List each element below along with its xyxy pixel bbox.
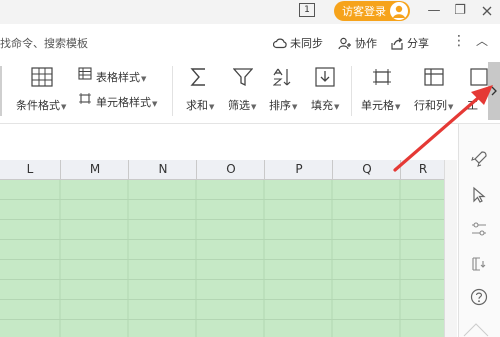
collab-button[interactable]: 协作 (338, 35, 377, 51)
fill-down-icon (315, 67, 335, 87)
guest-login-label: 访客登录 (342, 5, 386, 18)
table-style-icon (78, 67, 92, 80)
share-icon (391, 37, 403, 50)
cloud-icon (273, 38, 287, 49)
ribbon-edge (0, 66, 2, 116)
sort-icon (273, 68, 291, 86)
sync-button[interactable]: 未同步 (273, 35, 323, 51)
collab-label: 协作 (355, 37, 377, 50)
conditional-format-button[interactable]: 条件格式▼ (16, 64, 72, 116)
cell-grid[interactable] (0, 180, 444, 337)
settings-sliders-icon[interactable] (470, 220, 488, 238)
grip-icon (463, 323, 489, 337)
sort-button[interactable]: 排序▼ (268, 64, 304, 116)
cell-style-icon (79, 93, 91, 104)
caret-down-icon: ▼ (292, 103, 298, 111)
fill-button[interactable]: 填充▼ (309, 64, 345, 116)
user-icon (393, 5, 405, 18)
table-grid-icon (31, 67, 53, 87)
caret-down-icon: ▼ (61, 103, 67, 111)
window-badge[interactable]: 1 (299, 3, 315, 17)
column-header-l[interactable]: L (0, 160, 60, 179)
sum-button[interactable]: 求和▼ (183, 64, 219, 116)
shape-icon[interactable] (470, 255, 488, 273)
sort-label: 排序 (269, 99, 291, 112)
column-header-o[interactable]: O (196, 160, 265, 179)
filter-icon (233, 68, 253, 87)
caret-down-icon: ▼ (209, 103, 215, 111)
guest-login-button[interactable]: 访客登录 (334, 1, 410, 21)
column-header-row: L M N O P Q R (0, 160, 444, 180)
cell-style-label: 单元格样式 (96, 96, 151, 109)
ribbon-separator (172, 66, 173, 116)
minimize-button[interactable]: — (424, 2, 444, 20)
close-icon (482, 6, 492, 16)
filter-label: 筛选 (228, 99, 250, 112)
vertical-scrollbar[interactable] (444, 160, 457, 337)
close-button[interactable] (477, 2, 497, 20)
table-style-label: 表格样式 (96, 71, 140, 84)
column-header-m[interactable]: M (60, 160, 129, 179)
filter-button[interactable]: 筛选▼ (226, 64, 262, 116)
sum-label: 求和 (186, 99, 208, 112)
sigma-icon (190, 68, 205, 86)
command-search-input[interactable]: 找命令、搜索模板 (0, 35, 88, 51)
caret-down-icon: ▼ (251, 103, 257, 111)
conditional-format-label-wrap: 条件格式▼ (16, 94, 66, 113)
title-bar: 1 访客登录 — ❐ (0, 0, 500, 24)
cell-gridlines (0, 180, 444, 337)
sync-label: 未同步 (290, 37, 323, 50)
fill-label: 填充 (311, 99, 333, 112)
help-icon[interactable] (470, 288, 488, 306)
caret-down-icon: ▼ (334, 103, 340, 111)
caret-down-icon: ▼ (152, 100, 158, 108)
avatar (390, 2, 408, 20)
restore-button[interactable]: ❐ (450, 2, 470, 20)
conditional-format-label: 条件格式 (16, 99, 60, 112)
share-button[interactable]: 分享 (390, 35, 429, 51)
share-label: 分享 (407, 37, 429, 50)
annotation-arrow (393, 85, 493, 172)
command-bar: 找命令、搜索模板 未同步 协作 分享 ⋮ ︿ (0, 24, 500, 60)
column-header-n[interactable]: N (128, 160, 197, 179)
collab-icon (338, 37, 351, 49)
more-menu-button[interactable]: ⋮ (452, 33, 466, 49)
ribbon-separator (351, 66, 352, 116)
collapse-ribbon-button[interactable]: ︿ (476, 32, 488, 49)
column-header-p[interactable]: P (264, 160, 333, 179)
cursor-icon[interactable] (470, 186, 488, 204)
caret-down-icon: ▼ (141, 75, 147, 83)
